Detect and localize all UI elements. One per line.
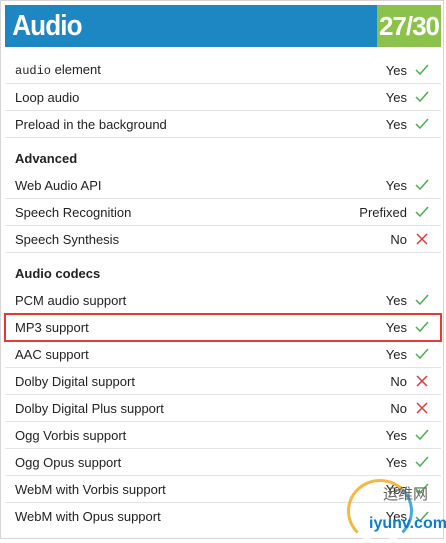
check-icon: [413, 453, 431, 471]
check-icon: [413, 88, 431, 106]
support-value: Yes: [385, 89, 407, 105]
check-icon: [413, 345, 431, 363]
support-value: Yes: [385, 509, 407, 524]
support-value: Yes: [385, 481, 407, 497]
feature-label: Preload in the background: [15, 116, 167, 132]
cross-icon: [413, 372, 431, 390]
feature-row-pcm: PCM audio support Yes: [5, 287, 441, 314]
feature-label: Speech Recognition: [15, 204, 132, 220]
feature-label: Speech Synthesis: [15, 231, 120, 247]
support-value: Yes: [385, 62, 407, 78]
feature-row-web-audio-api: Web Audio API Yes: [5, 172, 441, 199]
feature-row-ogg-vorbis: Ogg Vorbis support Yes: [5, 422, 441, 449]
audio-panel: Audio 27/30 audio element Yes Loop audio…: [0, 0, 446, 543]
feature-row-aac: AAC support Yes: [5, 341, 441, 368]
feature-list: audio element Yes Loop audio Yes Preload…: [4, 57, 442, 530]
support-value: No: [390, 400, 407, 416]
check-icon: [413, 176, 431, 194]
feature-label: PCM audio support: [15, 292, 127, 308]
section-title: Audio: [12, 9, 82, 42]
section-heading-audio-codecs: Audio codecs: [15, 266, 101, 281]
support-value: Yes: [385, 346, 407, 362]
support-value: Yes: [385, 116, 407, 132]
feature-label: audio element: [5, 62, 386, 78]
feature-label: MP3 support: [15, 319, 89, 335]
support-value: Yes: [385, 454, 407, 470]
feature-label: WebM with Opus support: [15, 509, 161, 524]
check-icon: [413, 480, 431, 498]
feature-row-preload: Preload in the background Yes: [5, 111, 441, 138]
feature-label: WebM with Vorbis support: [15, 481, 166, 497]
feature-row-ogg-opus: Ogg Opus support Yes: [5, 449, 441, 476]
check-icon: [413, 508, 431, 526]
feature-row-mp3: MP3 support Yes: [4, 313, 442, 342]
check-icon: [413, 61, 431, 79]
feature-row-audio-element: audio element Yes: [5, 57, 441, 84]
support-value: Yes: [385, 319, 407, 335]
code-label: audio: [15, 64, 52, 78]
support-value: Yes: [385, 292, 407, 308]
feature-label: Web Audio API: [15, 177, 102, 193]
feature-label: Dolby Digital support: [15, 373, 135, 389]
cross-icon: [413, 230, 431, 248]
feature-label: Ogg Opus support: [15, 454, 122, 470]
check-icon: [413, 291, 431, 309]
feature-row-webm-vorbis: WebM with Vorbis support Yes: [5, 476, 441, 503]
feature-label-text: element: [51, 62, 101, 77]
feature-label: Ogg Vorbis support: [15, 427, 127, 443]
support-value: Yes: [385, 177, 407, 193]
feature-label: Loop audio: [15, 89, 80, 105]
support-value: Prefixed: [359, 204, 407, 220]
support-value: Yes: [385, 427, 407, 443]
feature-row-dolby-digital-plus: Dolby Digital Plus support No: [5, 395, 441, 422]
check-icon: [413, 426, 431, 444]
feature-row-webm-opus: WebM with Opus support Yes: [5, 503, 441, 530]
section-header: Audio 27/30: [5, 5, 441, 47]
feature-row-speech-recognition: Speech Recognition Prefixed: [5, 199, 441, 226]
score-badge: 27/30: [377, 5, 441, 47]
check-icon: [413, 115, 431, 133]
support-value: No: [390, 231, 407, 247]
feature-label: Dolby Digital Plus support: [15, 400, 164, 416]
feature-row-dolby-digital: Dolby Digital support No: [5, 368, 441, 395]
feature-row-speech-synthesis: Speech Synthesis No: [5, 226, 441, 253]
feature-row-loop-audio: Loop audio Yes: [5, 84, 441, 111]
feature-label: AAC support: [15, 346, 89, 362]
cross-icon: [413, 399, 431, 417]
check-icon: [413, 203, 431, 221]
check-icon: [413, 318, 431, 336]
support-value: No: [390, 373, 407, 389]
section-heading-advanced: Advanced: [15, 151, 78, 166]
